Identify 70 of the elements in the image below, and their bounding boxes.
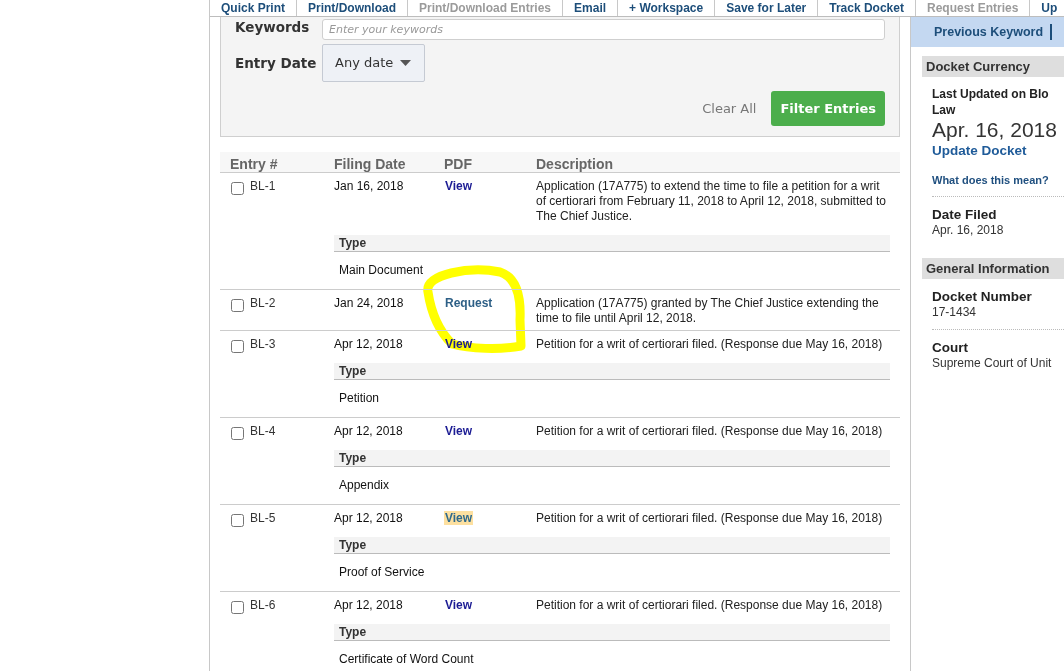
entry-number: BL-2 [250,296,276,311]
type-heading: Type [334,537,890,554]
pdf-link[interactable]: View [444,511,474,525]
caret-icon [400,60,411,66]
column-header: Filing Date [334,156,406,172]
entry-description: Petition for a writ of certiorari filed. (Response due May 16, 2018) [536,424,883,438]
type-value: Certificate of Word Count [339,652,474,666]
type-heading: Type [334,624,890,641]
filing-date: Jan 16, 2018 [334,179,404,193]
filing-date: Apr 12, 2018 [334,598,403,612]
entry-number: BL-3 [250,337,276,352]
entry-description: Application (17A775) granted by The Chief Justice extending the time to file until April 12, 2018. [536,296,879,325]
keywords-field[interactable]: Enter your keywords [322,19,885,40]
field-label: Last Updated on Blo Law [932,86,1049,118]
column-header: Description [536,156,613,172]
row-checkbox[interactable] [231,339,244,353]
field-label: Date Filed [932,206,997,223]
filing-date: Apr 12, 2018 [334,511,403,525]
entry-number: BL-5 [250,511,276,526]
type-heading: Type [334,363,890,380]
entry-description: Petition for a writ of certiorari filed. (Response due May 16, 2018) [536,337,883,351]
entry-number: BL-1 [250,179,276,194]
row-checkbox[interactable] [231,426,244,440]
type-value: Main Document [339,263,424,277]
toolbar-tab[interactable]: Print/Download [297,0,408,16]
field-value: Supreme Court of Unit [932,356,1052,371]
help-link[interactable]: What does this mean? [932,173,1049,187]
row-checkbox[interactable] [231,298,244,312]
filing-date: Jan 24, 2018 [334,296,404,310]
row-checkbox[interactable] [231,600,244,614]
filing-date: Apr 12, 2018 [334,424,403,438]
pdf-link[interactable]: View [444,424,474,438]
clear-all-button[interactable]: Clear All [702,100,757,117]
entry-description: Application (17A775) to extend the time to file a petition for a writ of certiorari from February 11, 2018 to April 12, 2018, submitted to The Chief Justice. [536,179,886,223]
row-checkbox[interactable] [231,181,244,195]
section-heading: General Information [922,258,1064,279]
field-label: Court [932,339,968,356]
entry-number: BL-6 [250,598,276,613]
pdf-link[interactable]: View [444,598,474,612]
toolbar-tab[interactable]: Quick Print [210,0,297,16]
column-header: Entry # [230,156,278,172]
toolbar-tab[interactable]: Up [1030,0,1060,16]
pdf-link[interactable]: Request [444,296,494,310]
field-value: Apr. 16, 2018 [932,223,1004,238]
column-header: PDF [444,156,472,172]
pdf-link[interactable]: View [444,337,474,351]
entry-date-label: Entry Date [235,54,318,72]
entry-number: BL-4 [250,424,276,439]
row-checkbox[interactable] [231,513,244,527]
type-value: Proof of Service [339,565,425,579]
field-label: Docket Number [932,288,1032,305]
keywords-label: Keywords [235,19,311,36]
pdf-link[interactable]: View [444,179,474,193]
field-value: Apr. 16, 2018 [932,118,1057,142]
type-heading: Type [334,235,890,252]
entry-date-dropdown[interactable]: Any date [322,44,425,82]
toolbar-tab[interactable]: Email [563,0,619,16]
type-value: Petition [339,391,380,405]
entry-description: Petition for a writ of certiorari filed. (Response due May 16, 2018) [536,511,883,525]
update-docket-link[interactable]: Update Docket [932,142,1027,160]
toolbar-tab[interactable]: Track Docket [818,0,916,16]
toolbar-tab[interactable]: + Workspace [618,0,716,16]
previous-keyword-link[interactable]: Previous Keyword [934,24,1044,40]
field-value: 17-1434 [932,305,977,320]
type-value: Appendix [339,478,390,492]
type-heading: Type [334,450,890,467]
toolbar-tab[interactable]: Save for Later [715,0,819,16]
entry-description: Petition for a writ of certiorari filed. (Response due May 16, 2018) [536,598,883,612]
filing-date: Apr 12, 2018 [334,337,403,351]
section-heading: Docket Currency [922,56,1064,77]
